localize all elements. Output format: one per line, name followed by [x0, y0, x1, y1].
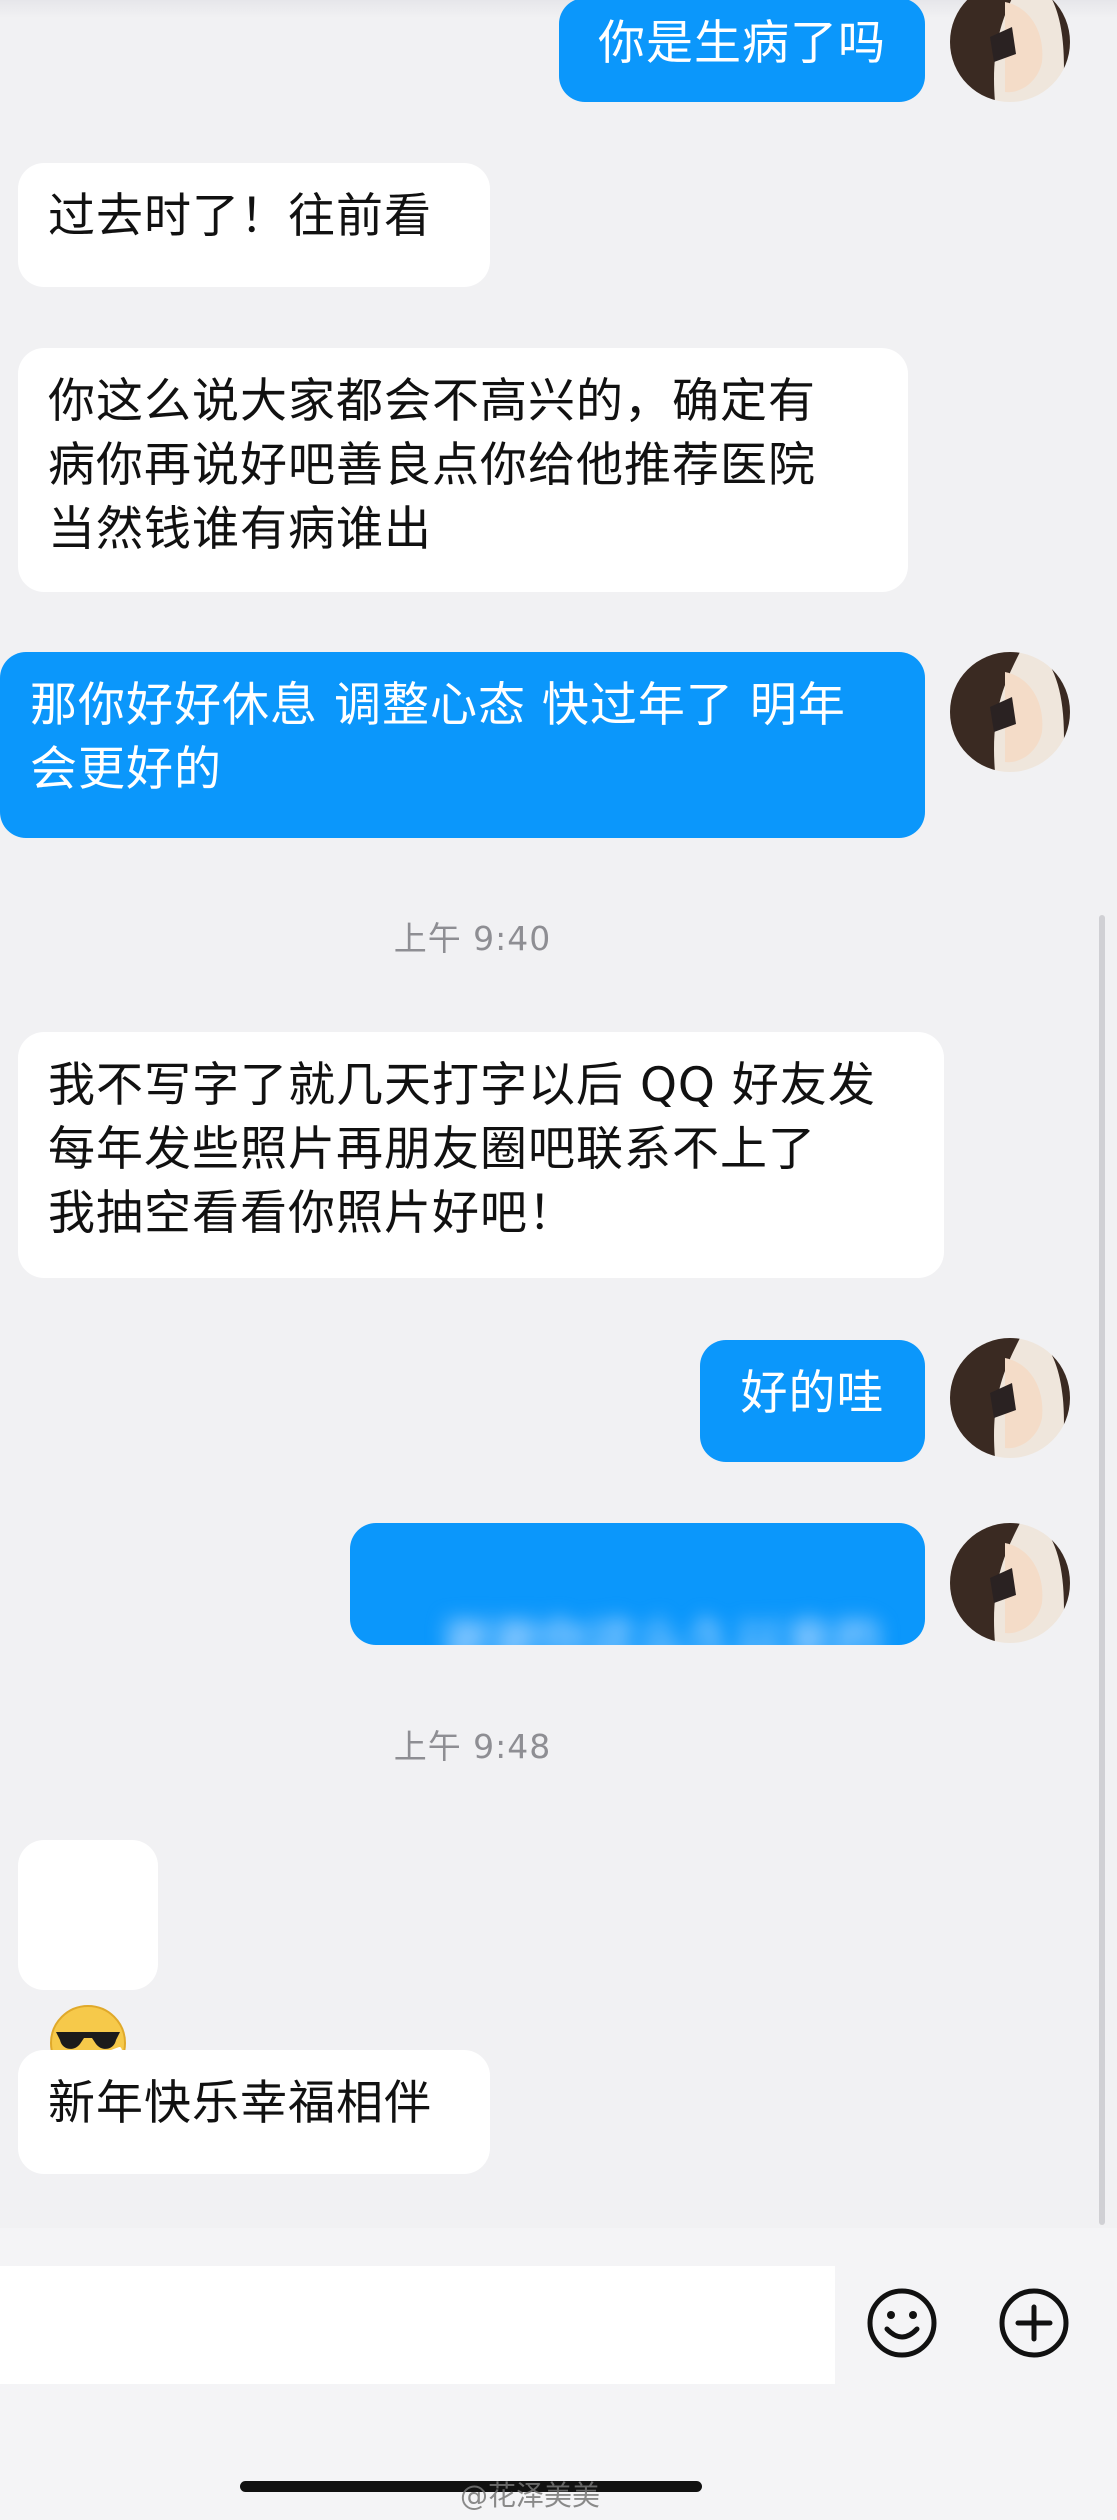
blurred-message-text: 谢谢你这么久以来的照顾 [441, 1613, 883, 1645]
timestamp: 上午 9:40 [393, 919, 552, 958]
message-bubble-incoming[interactable]: 过去时了！往前看 [18, 163, 490, 287]
avatar[interactable] [950, 1338, 1070, 1458]
message-bubble-incoming[interactable]: 你这么说大家都会不高兴的，确定有 病你再说好吧善良点你给他推荐医院 当然钱谁有病… [18, 348, 908, 592]
message-input[interactable] [0, 2266, 835, 2384]
avatar[interactable] [950, 0, 1070, 102]
watermark: @花泽美美 [460, 2479, 601, 2512]
avatar[interactable] [950, 1523, 1070, 1643]
plus-circle-icon[interactable] [996, 2285, 1072, 2361]
avatar[interactable] [950, 652, 1070, 772]
message-bubble-outgoing-blurred[interactable]: 谢谢你这么久以来的照顾 [350, 1523, 925, 1645]
top-fade [0, 0, 1117, 18]
message-bubble-outgoing[interactable]: 好的哇 [700, 1340, 925, 1462]
message-bubble-incoming[interactable]: 我不写字了就几天打字以后 QQ 好友发 每年发些照片再朋友圈吧联系不上了 我抽空… [18, 1032, 944, 1278]
message-bubble-incoming-emoji[interactable] [18, 1840, 158, 2081]
scrollbar[interactable] [1099, 915, 1105, 2225]
chat-message-list[interactable]: 你是生病了吗 过去时了！往前看 你这么说大家都会不高兴的，确定有 病你再说好吧善… [0, 0, 1117, 2228]
timestamp: 上午 9:48 [393, 1727, 552, 1766]
message-bubble-incoming[interactable]: 新年快乐幸福相伴 [18, 2050, 490, 2174]
smiley-icon[interactable] [864, 2285, 940, 2361]
message-bubble-outgoing[interactable]: 那你好好休息 调整心态 快过年了 明年 会更好的 [0, 652, 925, 838]
message-bubble-outgoing[interactable]: 你是生病了吗 [559, 0, 925, 102]
